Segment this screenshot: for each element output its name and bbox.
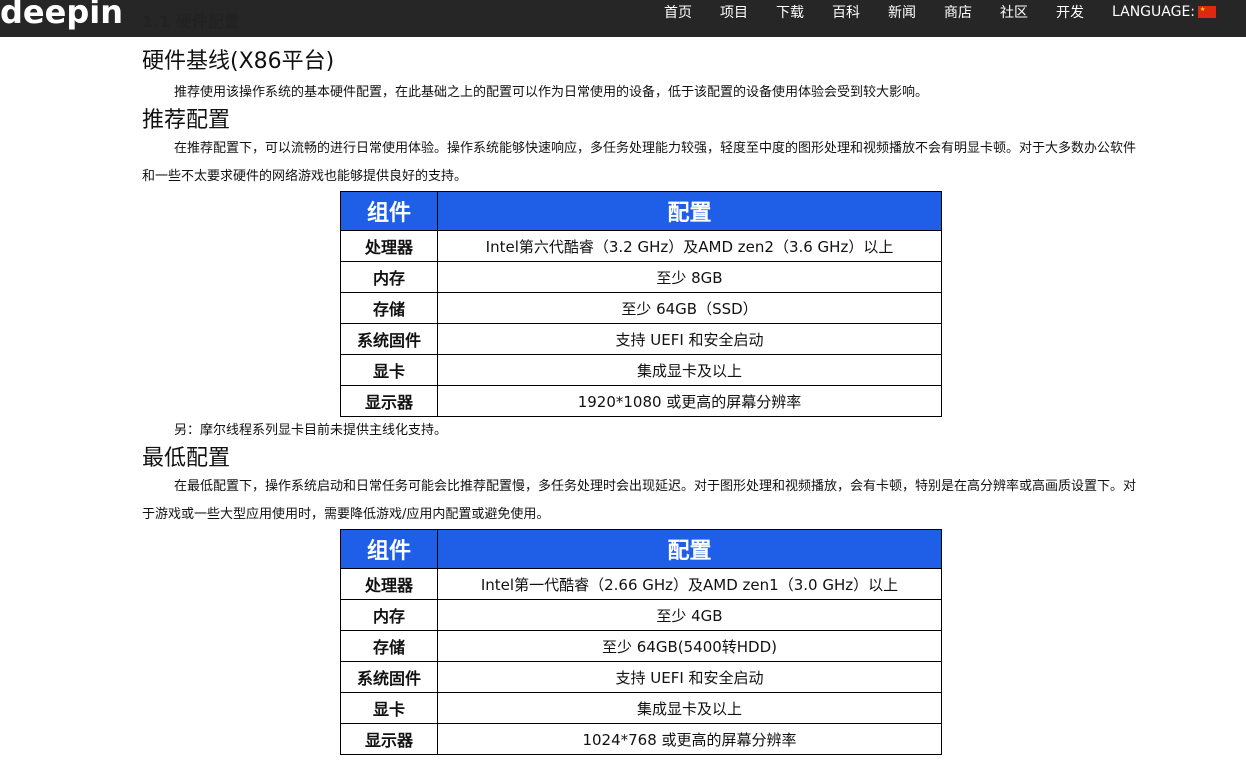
- deepin-logo[interactable]: deepin: [0, 0, 123, 31]
- table-row: 显示器 1920*1080 或更高的屏幕分辨率: [340, 385, 942, 417]
- column-header-config: 配置: [437, 529, 942, 569]
- column-header-config: 配置: [437, 191, 942, 231]
- row-key: 显示器: [340, 385, 438, 417]
- row-value: 1920*1080 或更高的屏幕分辨率: [437, 385, 942, 417]
- row-value: 集成显卡及以上: [437, 692, 942, 724]
- nav-item-store[interactable]: 商店: [944, 2, 972, 22]
- table-row: 存储 至少 64GB(5400转HDD): [340, 630, 942, 662]
- row-key: 内存: [340, 599, 438, 631]
- nav-item-develop[interactable]: 开发: [1056, 2, 1084, 22]
- page-title: 硬件基线(X86平台): [142, 49, 335, 74]
- table-header-row: 组件 配置: [340, 191, 942, 231]
- table-row: 处理器 Intel第六代酷睿（3.2 GHz）及AMD zen2（3.6 GHz…: [340, 230, 942, 262]
- row-key: 显示器: [340, 723, 438, 755]
- language-selector[interactable]: LANGUAGE:: [1112, 4, 1217, 20]
- nav-item-news[interactable]: 新闻: [888, 2, 916, 22]
- minimum-desc: 在最低配置下，操作系统启动和日常任务可能会比推荐配置慢，多任务处理时会出现延迟。…: [142, 479, 1137, 522]
- china-flag-icon: [1198, 6, 1217, 18]
- gpu-note: 另：摩尔线程系列显卡目前未提供主线化支持。: [174, 423, 448, 438]
- row-value: 至少 4GB: [437, 599, 942, 631]
- nav-item-wiki[interactable]: 百科: [832, 2, 860, 22]
- table-row: 显卡 集成显卡及以上: [340, 354, 942, 386]
- table-row: 显示器 1024*768 或更高的屏幕分辨率: [340, 723, 942, 755]
- recommended-desc: 在推荐配置下，可以流畅的进行日常使用体验。操作系统能够快速响应，多任务处理能力较…: [142, 141, 1137, 184]
- table-row: 存储 至少 64GB（SSD）: [340, 292, 942, 324]
- table-row: 内存 至少 4GB: [340, 599, 942, 631]
- minimum-spec-table: 组件 配置 处理器 Intel第一代酷睿（2.66 GHz）及AMD zen1（…: [340, 529, 942, 755]
- section-crumb: 1.1 硬件配置: [142, 12, 240, 31]
- row-value: 至少 64GB(5400转HDD): [437, 630, 942, 662]
- row-key: 处理器: [340, 568, 438, 600]
- table-row: 内存 至少 8GB: [340, 261, 942, 293]
- main-content: 硬件基线(X86平台) 推荐使用该操作系统的基本硬件配置，在此基础之上的配置可以…: [142, 37, 1142, 755]
- language-label: LANGUAGE:: [1112, 4, 1196, 20]
- table-row: 处理器 Intel第一代酷睿（2.66 GHz）及AMD zen1（3.0 GH…: [340, 568, 942, 600]
- row-value: Intel第六代酷睿（3.2 GHz）及AMD zen2（3.6 GHz）以上: [437, 230, 942, 262]
- row-value: 支持 UEFI 和安全启动: [437, 661, 942, 693]
- row-key: 存储: [340, 292, 438, 324]
- row-value: 集成显卡及以上: [437, 354, 942, 386]
- recommended-heading: 推荐配置: [142, 108, 231, 133]
- table-row: 系统固件 支持 UEFI 和安全启动: [340, 323, 942, 355]
- table-row: 系统固件 支持 UEFI 和安全启动: [340, 661, 942, 693]
- row-value: 至少 8GB: [437, 261, 942, 293]
- row-key: 内存: [340, 261, 438, 293]
- nav-item-community[interactable]: 社区: [1000, 2, 1028, 22]
- main-nav: 首页 项目 下载 百科 新闻 商店 社区 开发 LANGUAGE:: [650, 2, 1230, 22]
- row-key: 显卡: [340, 692, 438, 724]
- column-header-component: 组件: [340, 191, 438, 231]
- row-value: Intel第一代酷睿（2.66 GHz）及AMD zen1（3.0 GHz）以上: [437, 568, 942, 600]
- table-row: 显卡 集成显卡及以上: [340, 692, 942, 724]
- row-key: 显卡: [340, 354, 438, 386]
- intro-text: 推荐使用该操作系统的基本硬件配置，在此基础之上的配置可以作为日常使用的设备，低于…: [174, 85, 929, 100]
- table-header-row: 组件 配置: [340, 529, 942, 569]
- recommended-spec-table: 组件 配置 处理器 Intel第六代酷睿（3.2 GHz）及AMD zen2（3…: [340, 191, 942, 417]
- row-value: 支持 UEFI 和安全启动: [437, 323, 942, 355]
- nav-item-home[interactable]: 首页: [664, 2, 692, 22]
- row-key: 存储: [340, 630, 438, 662]
- row-key: 处理器: [340, 230, 438, 262]
- column-header-component: 组件: [340, 529, 438, 569]
- row-value: 1024*768 或更高的屏幕分辨率: [437, 723, 942, 755]
- nav-item-projects[interactable]: 项目: [720, 2, 748, 22]
- row-key: 系统固件: [340, 661, 438, 693]
- minimum-heading: 最低配置: [142, 446, 231, 471]
- row-key: 系统固件: [340, 323, 438, 355]
- nav-item-download[interactable]: 下载: [776, 2, 804, 22]
- row-value: 至少 64GB（SSD）: [437, 292, 942, 324]
